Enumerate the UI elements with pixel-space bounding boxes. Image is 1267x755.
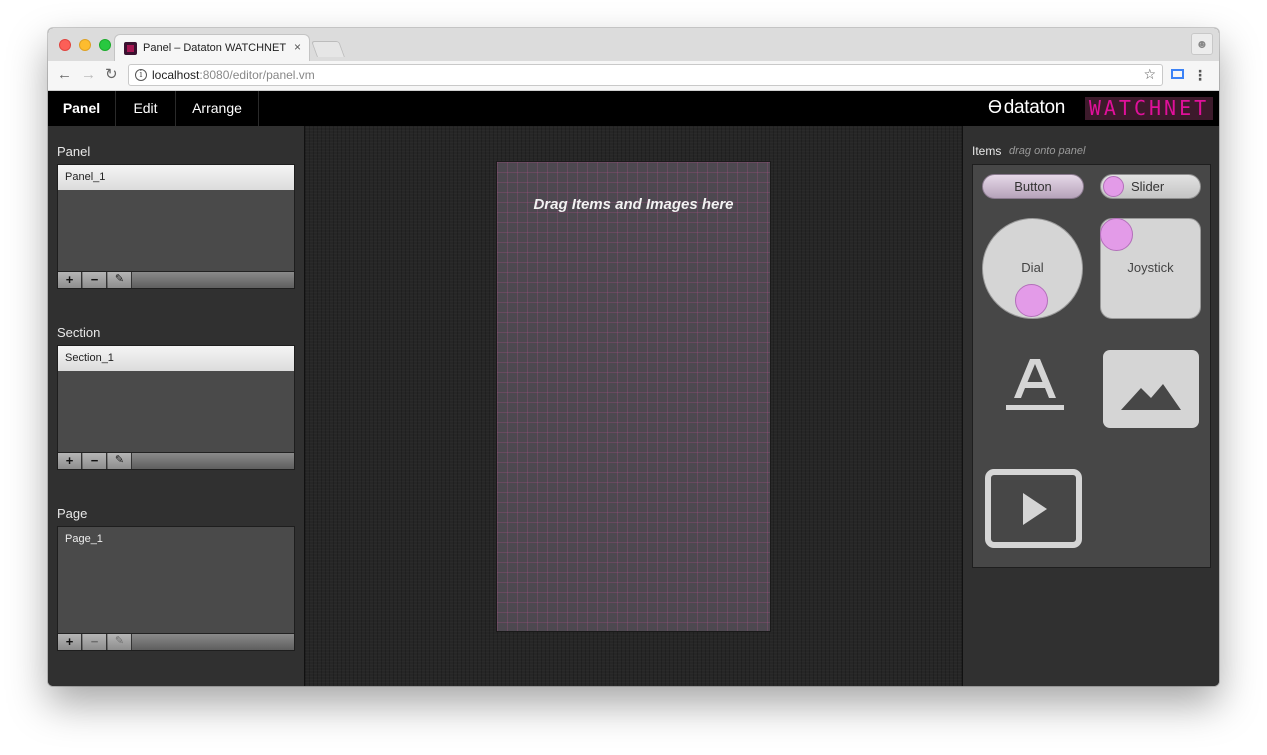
menu-arrange[interactable]: Arrange bbox=[176, 91, 259, 126]
palette-button-item[interactable]: Button bbox=[982, 174, 1084, 199]
palette-slider-item[interactable]: Slider bbox=[1100, 174, 1201, 199]
tab-title: Panel – Dataton WATCHNET bbox=[143, 42, 287, 54]
section-list-tools: + − ✎ bbox=[58, 452, 294, 469]
edit-page-pencil-icon[interactable]: ✎ bbox=[108, 634, 132, 650]
items-title: Items bbox=[972, 144, 1002, 158]
url-text[interactable]: localhost:8080/editor/panel.vm bbox=[152, 68, 315, 82]
minimize-window-button[interactable] bbox=[79, 39, 91, 51]
tab-close-icon[interactable]: × bbox=[294, 40, 301, 54]
remove-panel-button[interactable]: − bbox=[83, 272, 107, 288]
bookmark-star-icon[interactable]: ☆ bbox=[1143, 66, 1156, 83]
browser-toolbar: ← → ↻ i localhost:8080/editor/panel.vm ☆… bbox=[48, 61, 1219, 91]
page-list-tools: + − ✎ bbox=[58, 633, 294, 650]
panel-list-tools: + − ✎ bbox=[58, 271, 294, 288]
list-item-section-1[interactable]: Section_1 bbox=[58, 346, 294, 371]
edit-section-pencil-icon[interactable]: ✎ bbox=[108, 453, 132, 469]
items-subtitle: drag onto panel bbox=[1009, 145, 1086, 157]
items-palette: Button Slider Dial Joystick bbox=[972, 164, 1211, 568]
joystick-label: Joystick bbox=[1127, 260, 1174, 275]
image-icon[interactable] bbox=[1103, 350, 1199, 428]
slider-label: Slider bbox=[1131, 179, 1165, 194]
joystick-knob bbox=[1100, 218, 1133, 251]
watchnet-logo: WATCHNET bbox=[1085, 97, 1213, 120]
dataton-mark-icon: ϴ bbox=[988, 97, 1002, 117]
dataton-logo: ϴdataton bbox=[988, 97, 1065, 119]
page-list: Page_1 + − ✎ bbox=[57, 526, 295, 651]
browser-tab[interactable]: Panel – Dataton WATCHNET × bbox=[114, 34, 310, 61]
back-arrow-icon[interactable]: ← bbox=[57, 66, 72, 84]
remove-page-button[interactable]: − bbox=[83, 634, 107, 650]
text-icon[interactable] bbox=[1000, 353, 1070, 423]
remove-section-button[interactable]: − bbox=[83, 453, 107, 469]
dial-label: Dial bbox=[1021, 260, 1044, 275]
add-page-button[interactable]: + bbox=[58, 634, 82, 650]
list-item-panel-1[interactable]: Panel_1 bbox=[58, 165, 294, 190]
edit-panel-pencil-icon[interactable]: ✎ bbox=[108, 272, 132, 288]
left-sidebar: Panel Panel_1 + − ✎ Section Section_1 + … bbox=[48, 126, 305, 686]
url-host: localhost bbox=[152, 68, 200, 82]
address-bar[interactable]: i localhost:8080/editor/panel.vm ☆ bbox=[128, 64, 1163, 86]
palette-joystick-item[interactable]: Joystick bbox=[1100, 218, 1201, 319]
right-sidebar: Items drag onto panel Button Slider Dial… bbox=[962, 126, 1219, 686]
browser-menu-icon[interactable]: ⋮ bbox=[1193, 67, 1207, 83]
video-icon[interactable] bbox=[985, 469, 1082, 548]
new-tab-button[interactable] bbox=[311, 41, 345, 57]
dataton-wordmark: dataton bbox=[1003, 97, 1066, 118]
panel-list: Panel_1 + − ✎ bbox=[57, 164, 295, 289]
cast-icon[interactable] bbox=[1171, 69, 1184, 79]
profile-icon[interactable]: ☻ bbox=[1191, 33, 1213, 55]
browser-window: Panel – Dataton WATCHNET × ☻ ← → ↻ i loc… bbox=[48, 28, 1219, 686]
section-section-title: Section bbox=[57, 325, 101, 340]
add-panel-button[interactable]: + bbox=[58, 272, 82, 288]
info-icon[interactable]: i bbox=[135, 69, 147, 81]
url-path: :8080/editor/panel.vm bbox=[199, 68, 315, 82]
zoom-window-button[interactable] bbox=[99, 39, 111, 51]
palette-dial-item[interactable]: Dial bbox=[982, 218, 1083, 319]
tab-strip: Panel – Dataton WATCHNET × ☻ bbox=[48, 28, 1219, 61]
forward-arrow-icon[interactable]: → bbox=[81, 66, 96, 84]
app-menu-bar: Panel Edit Arrange ϴdataton WATCHNET bbox=[48, 91, 1219, 126]
panel-section-title: Panel bbox=[57, 144, 91, 159]
drop-hint-text: Drag Items and Images here bbox=[533, 196, 734, 213]
editor-canvas-area: Drag Items and Images here bbox=[305, 126, 962, 686]
list-item-page-1[interactable]: Page_1 bbox=[58, 527, 294, 552]
panel-drop-canvas[interactable]: Drag Items and Images here bbox=[496, 161, 771, 632]
slider-knob bbox=[1103, 176, 1124, 197]
menu-panel[interactable]: Panel bbox=[48, 91, 116, 126]
page-section-title: Page bbox=[57, 506, 88, 521]
reload-icon[interactable]: ↻ bbox=[105, 66, 118, 84]
dial-knob bbox=[1015, 284, 1048, 317]
add-section-button[interactable]: + bbox=[58, 453, 82, 469]
favicon-icon bbox=[124, 42, 137, 55]
close-window-button[interactable] bbox=[59, 39, 71, 51]
section-list: Section_1 + − ✎ bbox=[57, 345, 295, 470]
menu-edit[interactable]: Edit bbox=[116, 91, 176, 126]
